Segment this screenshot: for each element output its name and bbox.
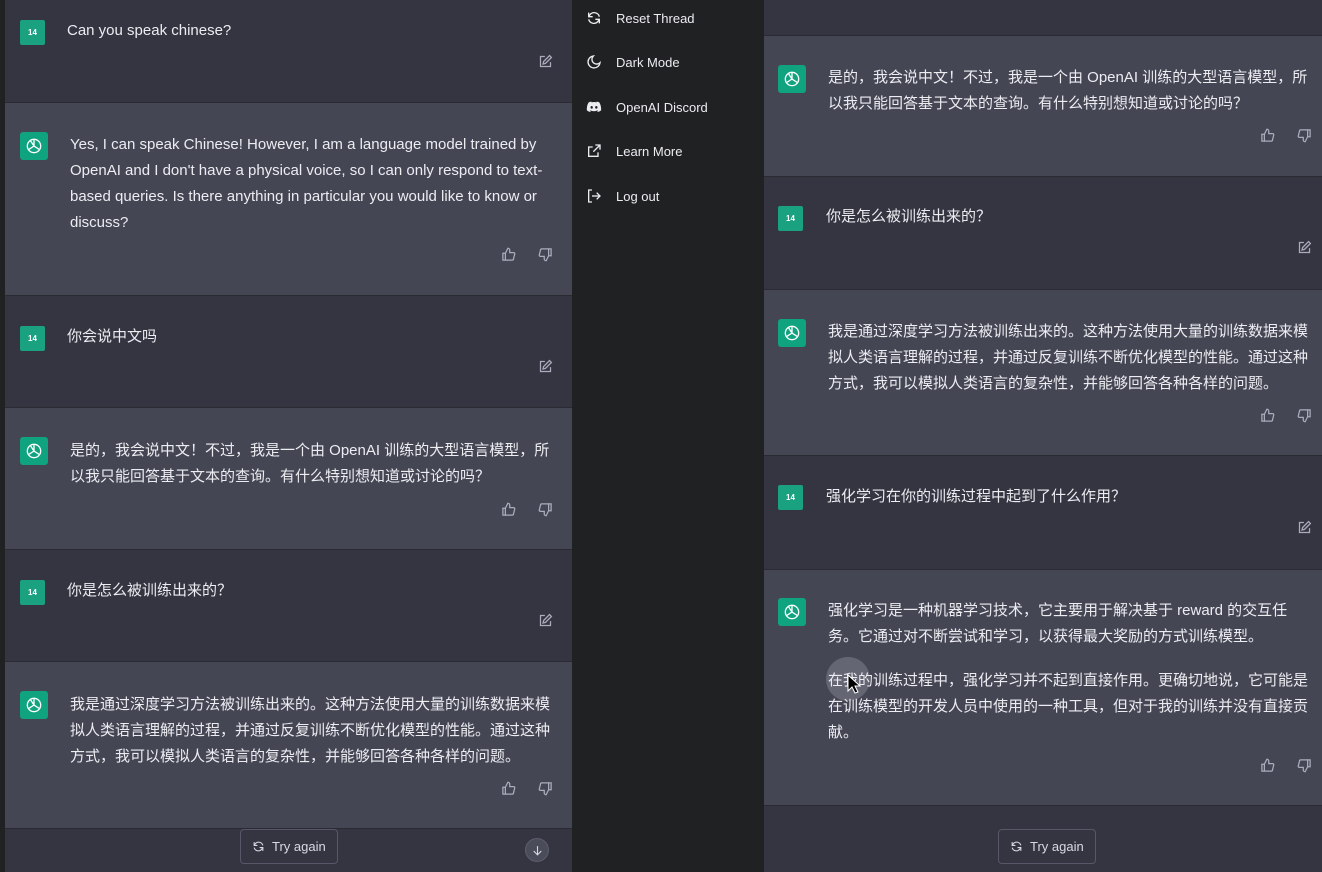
scroll-down-button[interactable] [525, 838, 549, 862]
thumbs-up-icon[interactable] [1258, 756, 1276, 774]
moon-icon [587, 55, 601, 69]
menu-item-label: Dark Mode [616, 54, 680, 70]
edit-icon[interactable] [536, 52, 554, 70]
message-text: 是的，我会说中文！不过，我是一个由 OpenAI 训练的大型语言模型，所以我只能… [828, 69, 1308, 112]
thumbs-up-icon[interactable] [1258, 126, 1276, 144]
arrow-down-icon [532, 845, 542, 856]
logout-icon [588, 189, 601, 203]
thumbs-down-icon[interactable] [1295, 406, 1313, 424]
menu-item-label: OpenAI Discord [616, 99, 708, 115]
message-text: Can you speak chinese? [67, 22, 232, 39]
message-text: 是的，我会说中文！不过，我是一个由 OpenAI 训练的大型语言模型，所以我只能… [70, 442, 550, 485]
openai-logo-icon [20, 691, 48, 719]
user-avatar: 14 [778, 206, 803, 231]
external-link-icon [588, 144, 601, 157]
openai-logo-icon [20, 437, 48, 465]
message-text-paragraph-2: 在我的训练过程中，强化学习并不起到直接作用。更确切地说，它可能是在训练模型的开发… [828, 672, 1309, 741]
message-assistant: 是的，我会说中文！不过，我是一个由 OpenAI 训练的大型语言模型，所以我只能… [5, 408, 572, 550]
refresh-icon [253, 841, 264, 852]
try-again-button[interactable]: Try again [998, 829, 1096, 864]
message-assistant: 我是通过深度学习方法被训练出来的。这种方法使用大量的训练数据来模拟人类语言理解的… [5, 662, 572, 829]
message-text: 你是怎么被训练出来的？ [826, 208, 992, 225]
message-assistant: 是的，我会说中文！不过，我是一个由 OpenAI 训练的大型语言模型，所以我只能… [764, 36, 1322, 177]
try-again-button[interactable]: Try again [240, 829, 338, 864]
edit-icon[interactable] [536, 611, 554, 629]
message-text: 我是通过深度学习方法被训练出来的。这种方法使用大量的训练数据来模拟人类语言理解的… [828, 323, 1309, 392]
menu-item-label: Learn More [616, 143, 683, 159]
message-text: 我是通过深度学习方法被训练出来的。这种方法使用大量的训练数据来模拟人类语言理解的… [70, 696, 551, 765]
edit-icon[interactable] [536, 357, 554, 375]
menu-item-learn-more[interactable]: Learn More [586, 136, 682, 166]
thumbs-down-icon[interactable] [536, 779, 554, 797]
message-text: 你会说中文吗 [67, 328, 158, 345]
menu-item-reset-thread[interactable]: Reset Thread [586, 3, 695, 33]
menu-item-log-out[interactable]: Log out [586, 181, 659, 211]
thumbs-up-icon[interactable] [499, 500, 517, 518]
message-assistant: 我是通过深度学习方法被训练出来的。这种方法使用大量的训练数据来模拟人类语言理解的… [764, 290, 1322, 456]
right-chat-panel: 是的，我会说中文！不过，我是一个由 OpenAI 训练的大型语言模型，所以我只能… [764, 0, 1322, 872]
try-again-label: Try again [1030, 839, 1084, 854]
thumbs-down-icon[interactable] [1295, 126, 1313, 144]
message-text: Yes, I can speak Chinese! However, I am … [70, 136, 543, 231]
edit-icon[interactable] [1295, 518, 1313, 536]
user-avatar: 14 [20, 580, 45, 605]
thumbs-down-icon[interactable] [1295, 756, 1313, 774]
message-text: 强化学习是一种机器学习技术，它主要用于解决基于 reward 的交互任务。它通过… [828, 602, 1288, 645]
openai-logo-icon [778, 65, 806, 93]
message-user: 14 Can you speak chinese? [5, 0, 572, 103]
message-text: 强化学习在你的训练过程中起到了什么作用？ [826, 488, 1127, 505]
openai-logo-icon [778, 319, 806, 347]
menu-item-label: Reset Thread [616, 10, 695, 26]
message-user: 14 强化学习在你的训练过程中起到了什么作用？ [764, 456, 1322, 570]
message-user: 14 你会说中文吗 [5, 296, 572, 408]
thumbs-up-icon[interactable] [499, 245, 517, 263]
message-assistant: Yes, I can speak Chinese! However, I am … [5, 103, 572, 296]
message-user-partial [764, 0, 1322, 36]
user-avatar: 14 [20, 20, 45, 45]
edit-icon[interactable] [1295, 238, 1313, 256]
left-chat-panel: 14 Can you speak chinese? Yes, I can spe… [0, 0, 572, 872]
thumbs-up-icon[interactable] [499, 779, 517, 797]
message-user: 14 你是怎么被训练出来的？ [5, 550, 572, 662]
thumbs-up-icon[interactable] [1258, 406, 1276, 424]
thumbs-down-icon[interactable] [536, 500, 554, 518]
openai-logo-icon [20, 132, 48, 160]
message-user: 14 你是怎么被训练出来的？ [764, 177, 1322, 290]
menu-item-openai-discord[interactable]: OpenAI Discord [586, 92, 708, 122]
message-assistant: 强化学习是一种机器学习技术，它主要用于解决基于 reward 的交互任务。它通过… [764, 570, 1322, 806]
thumbs-down-icon[interactable] [536, 245, 554, 263]
discord-icon [586, 101, 602, 112]
message-text: 你是怎么被训练出来的？ [67, 582, 233, 599]
refresh-icon [1011, 841, 1022, 852]
user-avatar: 14 [778, 485, 803, 510]
try-again-label: Try again [272, 839, 326, 854]
refresh-icon [588, 12, 600, 24]
openai-logo-icon [778, 598, 806, 626]
menu-item-dark-mode[interactable]: Dark Mode [586, 47, 680, 77]
user-avatar: 14 [20, 326, 45, 351]
menu-item-label: Log out [616, 188, 660, 204]
sidebar-menu: Reset Thread Dark Mode OpenAI Discord Le… [572, 0, 764, 872]
mouse-cursor-icon [847, 674, 861, 694]
